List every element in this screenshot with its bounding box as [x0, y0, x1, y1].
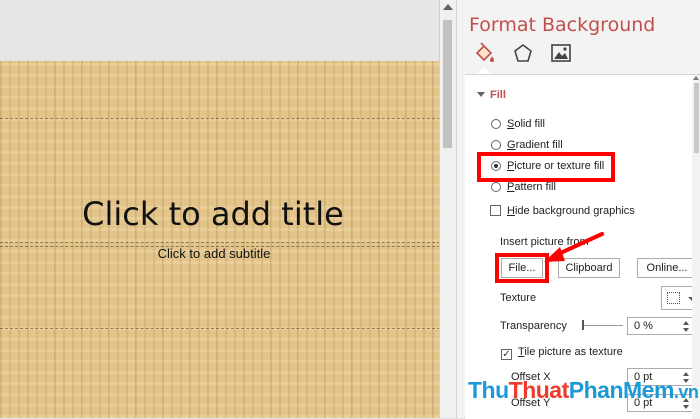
- hide-background-graphics-checkbox[interactable]: [490, 205, 501, 216]
- collapse-triangle-icon: [477, 92, 485, 97]
- spin-down-icon[interactable]: [683, 328, 689, 332]
- slide[interactable]: [0, 61, 440, 418]
- format-background-pane: Format Background Fill Solid fill Gradie…: [456, 0, 700, 419]
- slide-vertical-scrollbar[interactable]: [439, 0, 456, 418]
- scroll-up-arrow-icon[interactable]: [693, 76, 699, 80]
- transparency-label: Transparency: [500, 320, 567, 332]
- pane-scrollbar-thumb[interactable]: [694, 83, 699, 153]
- gradient-fill-radio[interactable]: [491, 140, 501, 150]
- title-placeholder-bottom-border: [0, 242, 440, 243]
- highlight-box-picture-fill: [477, 152, 615, 182]
- slide-subtitle-placeholder[interactable]: Click to add subtitle: [0, 246, 428, 261]
- spin-down-icon[interactable]: [683, 405, 689, 409]
- tile-picture-checkbox[interactable]: ✓: [501, 349, 512, 360]
- scroll-up-arrow-icon[interactable]: [443, 4, 453, 10]
- gradient-fill-option[interactable]: Gradient fill: [491, 139, 563, 151]
- solid-fill-option[interactable]: Solid fill: [491, 118, 545, 130]
- fill-bucket-icon[interactable]: [473, 42, 495, 64]
- subtitle-placeholder-bottom-border: [0, 328, 440, 329]
- active-tab-indicator: [477, 67, 491, 74]
- transparency-spinner[interactable]: 0 %: [627, 317, 693, 335]
- pattern-fill-radio[interactable]: [491, 182, 501, 192]
- solid-fill-radio[interactable]: [491, 119, 501, 129]
- texture-swatch-icon: [667, 292, 680, 304]
- online-button[interactable]: Online...: [637, 258, 697, 278]
- texture-label: Texture: [500, 292, 537, 304]
- slide-canvas-area: Click to add title Click to add subtitle: [0, 0, 440, 418]
- site-watermark: ThuThuatPhanMem.vn: [468, 377, 699, 403]
- transparency-slider-track[interactable]: [583, 325, 623, 326]
- pane-vertical-scrollbar[interactable]: [692, 75, 700, 419]
- slide-title-placeholder[interactable]: Click to add title: [0, 195, 426, 233]
- annotation-arrow-icon: [544, 232, 604, 262]
- picture-icon[interactable]: [550, 42, 572, 64]
- pane-title: Format Background: [469, 14, 656, 36]
- transparency-slider-handle[interactable]: [582, 320, 584, 330]
- scrollbar-thumb[interactable]: [443, 20, 452, 148]
- pattern-fill-option[interactable]: Pattern fill: [491, 181, 556, 193]
- spin-up-icon[interactable]: [683, 321, 689, 325]
- pentagon-effects-icon[interactable]: [512, 42, 534, 64]
- title-placeholder-top-border: [0, 118, 440, 119]
- tile-picture-option[interactable]: ✓ Tile picture as texture: [501, 346, 623, 360]
- fill-section-header[interactable]: Fill: [477, 89, 506, 101]
- hide-background-graphics-option[interactable]: Hide background graphics: [490, 205, 635, 217]
- spin-up-icon[interactable]: [683, 372, 689, 376]
